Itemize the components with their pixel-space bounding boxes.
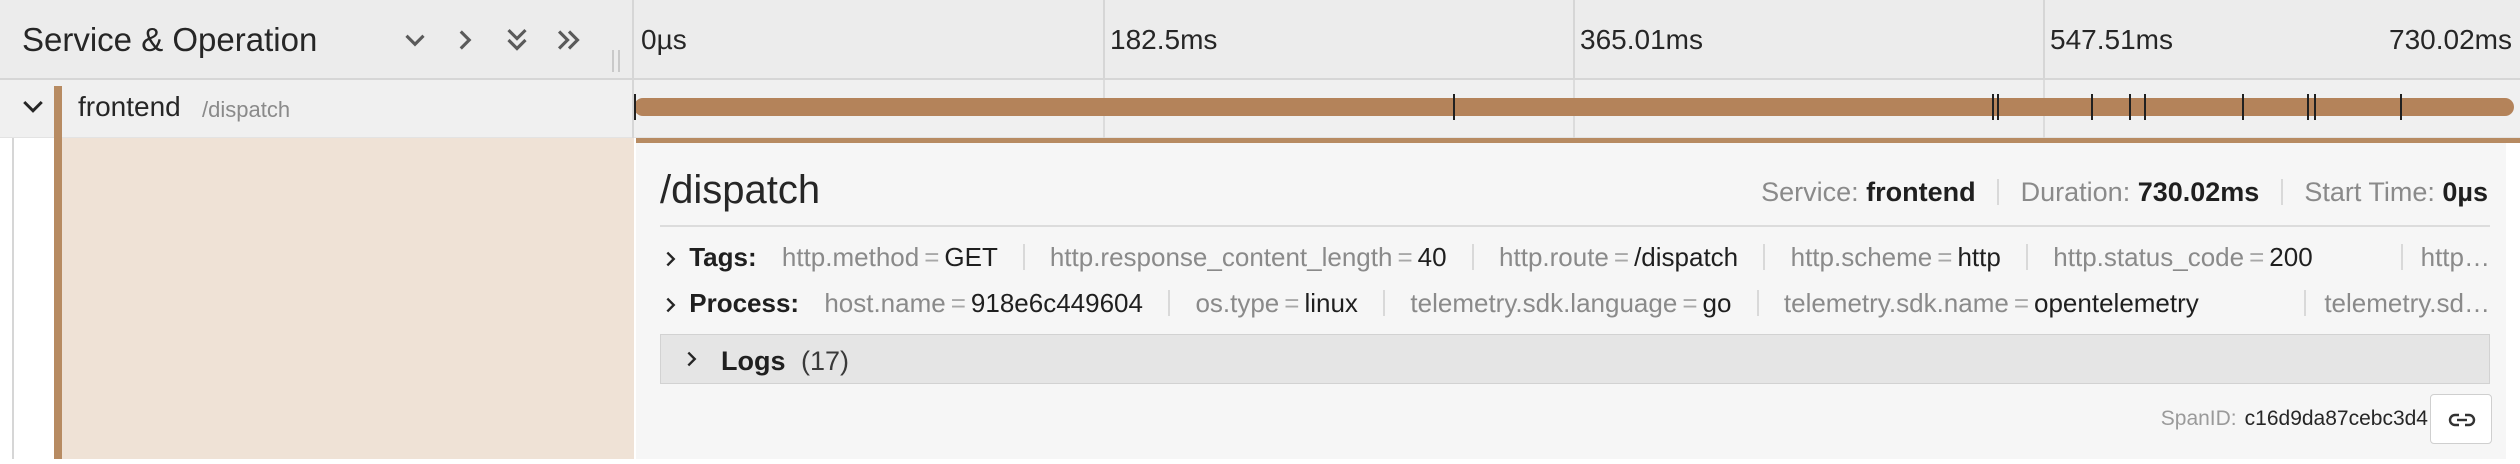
meta-duration-label: Duration: — [2020, 177, 2131, 207]
detail-gutter-fill — [62, 138, 634, 459]
tag-value: 40 — [1417, 242, 1447, 272]
tag-key: http.method — [781, 242, 920, 272]
log-marker[interactable] — [634, 94, 636, 120]
span-id-label: SpanID: — [2160, 407, 2237, 430]
process-value: linux — [1304, 288, 1358, 318]
copy-link-button[interactable] — [2430, 394, 2492, 444]
detail-title: /dispatch — [660, 168, 821, 212]
span-id-value: c16d9da87cebc3d4 — [2244, 407, 2428, 430]
process-value: opentelemetry — [2034, 288, 2199, 318]
meta-start-label: Start Time: — [2304, 177, 2435, 207]
span-duration-bar[interactable] — [634, 98, 2514, 116]
tag-key: http.response_content_length — [1049, 242, 1393, 272]
process-label: Process: — [689, 288, 800, 318]
tag-value: /dispatch — [1634, 242, 1739, 272]
log-marker[interactable] — [2129, 94, 2131, 120]
process-value: go — [1702, 288, 1732, 318]
process-key: telemetry.sdk.language — [1410, 288, 1678, 318]
divider — [660, 225, 2490, 227]
tags-label: Tags: — [689, 242, 757, 272]
collapse-one-icon[interactable] — [395, 20, 435, 60]
span-id: SpanID: c16d9da87cebc3d4 — [2161, 407, 2428, 431]
timeline-header: Service & Operation 0µs 182.5ms 365.01ms… — [0, 0, 2520, 80]
logs-label: Logs — [721, 346, 786, 376]
log-marker[interactable] — [1453, 94, 1455, 120]
tag-value: http — [1957, 242, 2001, 272]
log-marker[interactable] — [2307, 94, 2309, 120]
log-marker[interactable] — [2242, 94, 2244, 120]
tick-label: 547.51ms — [2050, 24, 2173, 55]
tag-value: GET — [944, 242, 998, 272]
meta-service-value: frontend — [1866, 177, 1976, 207]
expand-all-icon[interactable] — [549, 20, 589, 60]
tag-key: http.route — [1499, 242, 1609, 272]
trace-timeline-view: Service & Operation 0µs 182.5ms 365.01ms… — [0, 0, 2520, 464]
service-color-bar — [54, 138, 62, 459]
process-key: telemetry.sdk.name — [1783, 288, 2009, 318]
log-marker[interactable] — [2314, 94, 2316, 120]
meta-duration-value: 730.02ms — [2137, 177, 2260, 207]
tag-key: http.scheme — [1790, 242, 1933, 272]
logs-count: (17) — [801, 346, 850, 376]
service-color-bar — [54, 86, 62, 138]
logs-section-toggle[interactable]: Logs (17) — [660, 334, 2490, 384]
link-icon — [2448, 413, 2476, 427]
span-service-name: frontend — [78, 91, 181, 122]
chevron-right-icon[interactable] — [660, 291, 682, 319]
tick-label: 0µs — [641, 24, 687, 55]
log-marker[interactable] — [1992, 94, 1994, 120]
detail-overview: Service: frontend Duration: 730.02ms Sta… — [1761, 177, 2488, 208]
chevron-right-icon[interactable] — [660, 245, 682, 273]
process-value: 918e6c449604 — [970, 288, 1143, 318]
span-operation-name: /dispatch — [202, 97, 291, 122]
log-marker[interactable] — [2144, 94, 2146, 120]
tick-divider — [2043, 0, 2045, 80]
process-key: os.type — [1195, 288, 1280, 318]
tick-divider — [1103, 0, 1105, 80]
header-title: Service & Operation — [22, 21, 318, 58]
span-detail-gutter — [0, 138, 634, 459]
tags-row[interactable]: Tags: http.method = GET http.response_cont… — [660, 242, 2490, 276]
meta-service-label: Service: — [1761, 177, 1859, 207]
process-truncated: telemetry.sd… — [2324, 288, 2490, 318]
process-row[interactable]: Process: host.name = 918e6c449604 os.type =… — [660, 288, 2490, 322]
span-row[interactable]: frontend /dispatch — [0, 80, 2520, 138]
column-resizer-handle[interactable] — [610, 50, 624, 72]
log-marker[interactable] — [2091, 94, 2093, 120]
tag-truncated: http… — [2420, 242, 2490, 272]
log-marker[interactable] — [2400, 94, 2402, 120]
expand-one-icon[interactable] — [445, 20, 485, 60]
tick-label: 365.01ms — [1580, 24, 1703, 55]
process-key: host.name — [824, 288, 946, 318]
tick-label: 182.5ms — [1110, 24, 1218, 55]
panel-edge — [2506, 143, 2520, 464]
tick-label: 730.02ms — [2389, 24, 2512, 55]
service-operation-header: Service & Operation — [0, 0, 634, 80]
chevron-down-icon[interactable] — [18, 92, 48, 122]
log-marker[interactable] — [1997, 94, 1999, 120]
tree-edge — [12, 138, 14, 459]
collapse-all-icon[interactable] — [497, 20, 537, 60]
tick-divider — [1573, 0, 1575, 80]
tag-key: http.status_code — [2053, 242, 2245, 272]
span-detail-panel: /dispatch Service: frontend Duration: 73… — [636, 138, 2520, 464]
span-timeline-cell[interactable] — [634, 80, 2520, 138]
chevron-right-icon[interactable] — [681, 345, 703, 373]
meta-start-value: 0µs — [2442, 177, 2488, 207]
tag-value: 200 — [2269, 242, 2313, 272]
span-name-cell[interactable]: frontend /dispatch — [0, 80, 634, 138]
